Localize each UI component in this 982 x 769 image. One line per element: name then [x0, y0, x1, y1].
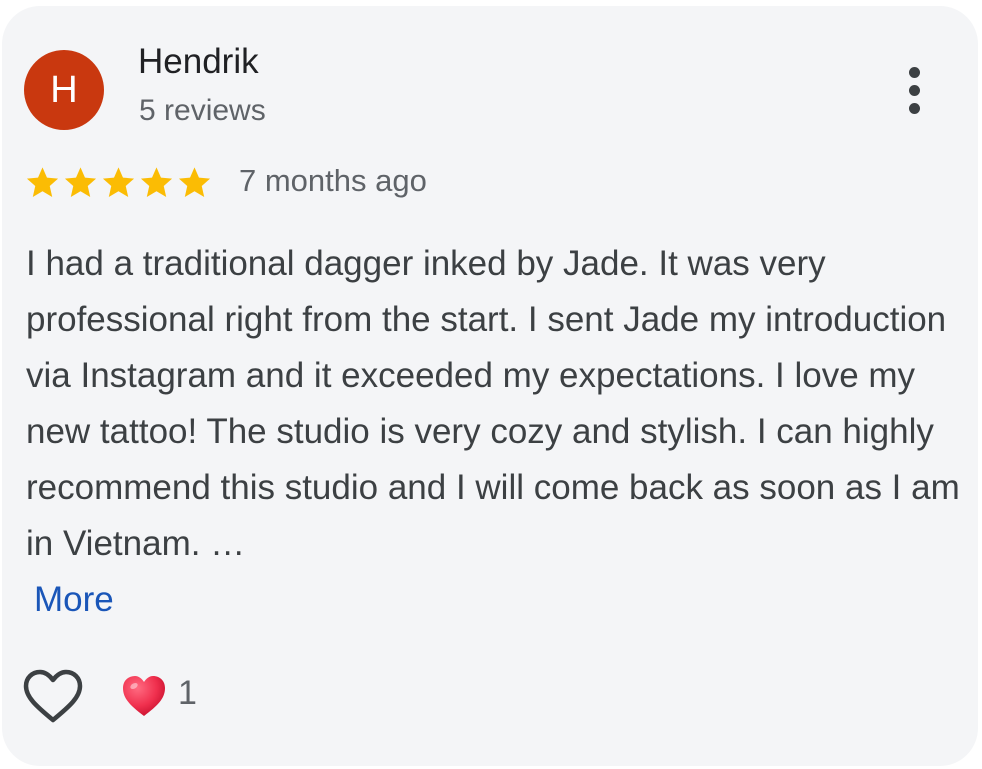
like-button[interactable]	[22, 668, 84, 726]
heart-outline-icon	[23, 669, 83, 723]
reaction-count: 1	[178, 674, 197, 712]
author-name[interactable]: Hendrik	[138, 42, 259, 82]
star-icon	[178, 167, 211, 197]
star-icon	[64, 167, 97, 197]
star-icon	[26, 167, 59, 197]
red-heart-icon[interactable]	[120, 672, 168, 720]
review-text: I had a traditional dagger inked by Jade…	[26, 244, 960, 563]
more-vertical-icon	[908, 66, 920, 78]
review-card: H Hendrik 5 reviews 7 months ago I had a…	[2, 6, 978, 766]
avatar-initial: H	[50, 68, 78, 111]
star-icon	[102, 167, 135, 197]
more-options-button[interactable]	[894, 60, 934, 120]
avatar[interactable]: H	[24, 50, 104, 130]
star-rating	[24, 164, 213, 201]
review-date: 7 months ago	[239, 163, 427, 198]
author-review-count: 5 reviews	[139, 94, 266, 127]
star-icon	[140, 167, 173, 197]
more-link[interactable]: More	[34, 572, 114, 628]
